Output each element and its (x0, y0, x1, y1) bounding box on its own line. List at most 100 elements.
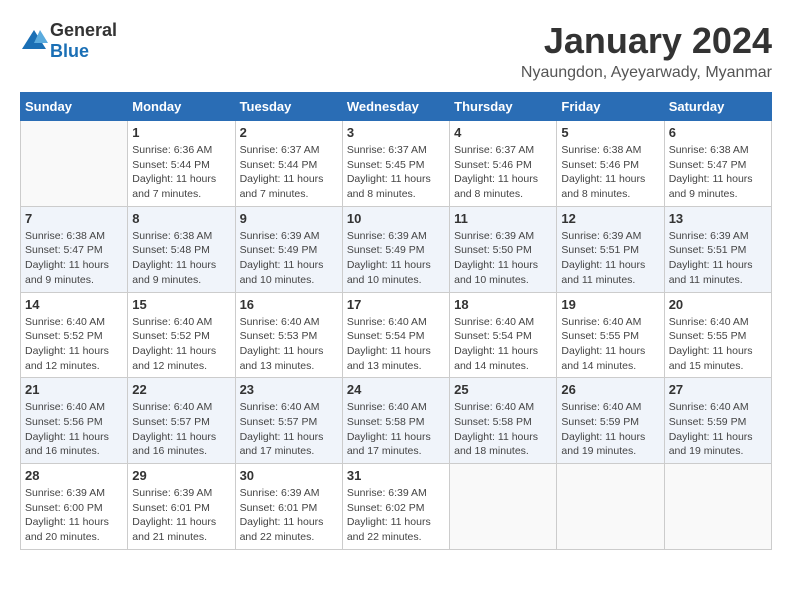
day-number: 29 (132, 468, 230, 483)
logo-icon (20, 27, 48, 55)
calendar-cell: 27 Sunrise: 6:40 AMSunset: 5:59 PMDayligh… (664, 378, 771, 464)
calendar-week-row: 1Sunrise: 6:36 AMSunset: 5:44 PMDaylight… (21, 121, 772, 207)
calendar-cell: 25 Sunrise: 6:40 AMSunset: 5:58 PMDayligh… (450, 378, 557, 464)
calendar-cell (557, 464, 664, 550)
day-number: 10 (347, 211, 445, 226)
day-info: Sunrise: 6:39 AMSunset: 6:01 PMDaylight:… (132, 486, 230, 545)
day-info: Sunrise: 6:40 AMSunset: 5:54 PMDaylight:… (454, 315, 552, 374)
calendar-cell (450, 464, 557, 550)
calendar-cell: 18 Sunrise: 6:40 AMSunset: 5:54 PMDayligh… (450, 292, 557, 378)
day-number: 27 (669, 382, 767, 397)
calendar-cell: 10Sunrise: 6:39 AMSunset: 5:49 PMDayligh… (342, 206, 449, 292)
month-title: January 2024 (521, 20, 772, 62)
page-header: General Blue January 2024 Nyaungdon, Aye… (20, 20, 772, 82)
day-number: 15 (132, 297, 230, 312)
weekday-header: Saturday (664, 93, 771, 121)
day-info: Sunrise: 6:40 AMSunset: 5:54 PMDaylight:… (347, 315, 445, 374)
day-number: 6 (669, 125, 767, 140)
day-info: Sunrise: 6:39 AMSunset: 5:49 PMDaylight:… (240, 229, 338, 288)
calendar-week-row: 21Sunrise: 6:40 AMSunset: 5:56 PMDayligh… (21, 378, 772, 464)
day-number: 20 (669, 297, 767, 312)
weekday-header: Wednesday (342, 93, 449, 121)
day-number: 31 (347, 468, 445, 483)
day-number: 9 (240, 211, 338, 226)
calendar-cell: 30 Sunrise: 6:39 AMSunset: 6:01 PMDayligh… (235, 464, 342, 550)
calendar-cell: 21Sunrise: 6:40 AMSunset: 5:56 PMDayligh… (21, 378, 128, 464)
day-info: Sunrise: 6:40 AMSunset: 5:52 PMDaylight:… (25, 315, 123, 374)
calendar-cell (664, 464, 771, 550)
day-info: Sunrise: 6:40 AMSunset: 5:59 PMDaylight:… (561, 400, 659, 459)
logo: General Blue (20, 20, 117, 62)
calendar-cell: 17Sunrise: 6:40 AMSunset: 5:54 PMDayligh… (342, 292, 449, 378)
calendar-cell: 4Sunrise: 6:37 AMSunset: 5:46 PMDaylight… (450, 121, 557, 207)
day-info: Sunrise: 6:39 AMSunset: 6:01 PMDaylight:… (240, 486, 338, 545)
calendar-cell: 13 Sunrise: 6:39 AMSunset: 5:51 PMDayligh… (664, 206, 771, 292)
day-number: 30 (240, 468, 338, 483)
day-number: 11 (454, 211, 552, 226)
calendar-table: SundayMondayTuesdayWednesdayThursdayFrid… (20, 92, 772, 550)
calendar-cell: 31 Sunrise: 6:39 AMSunset: 6:02 PMDayligh… (342, 464, 449, 550)
calendar-week-row: 14 Sunrise: 6:40 AMSunset: 5:52 PMDayligh… (21, 292, 772, 378)
calendar-header-row: SundayMondayTuesdayWednesdayThursdayFrid… (21, 93, 772, 121)
calendar-cell: 9 Sunrise: 6:39 AMSunset: 5:49 PMDaylight… (235, 206, 342, 292)
weekday-header: Thursday (450, 93, 557, 121)
day-info: Sunrise: 6:40 AMSunset: 5:57 PMDaylight:… (132, 400, 230, 459)
calendar-cell: 20 Sunrise: 6:40 AMSunset: 5:55 PMDayligh… (664, 292, 771, 378)
weekday-header: Tuesday (235, 93, 342, 121)
day-number: 26 (561, 382, 659, 397)
day-info: Sunrise: 6:39 AMSunset: 6:00 PMDaylight:… (25, 486, 123, 545)
calendar-cell: 8 Sunrise: 6:38 AMSunset: 5:48 PMDaylight… (128, 206, 235, 292)
weekday-header: Sunday (21, 93, 128, 121)
weekday-header: Monday (128, 93, 235, 121)
calendar-cell: 29 Sunrise: 6:39 AMSunset: 6:01 PMDayligh… (128, 464, 235, 550)
calendar-cell: 6Sunrise: 6:38 AMSunset: 5:47 PMDaylight… (664, 121, 771, 207)
day-info: Sunrise: 6:37 AMSunset: 5:45 PMDaylight:… (347, 143, 445, 202)
calendar-cell: 14 Sunrise: 6:40 AMSunset: 5:52 PMDayligh… (21, 292, 128, 378)
day-info: Sunrise: 6:40 AMSunset: 5:53 PMDaylight:… (240, 315, 338, 374)
day-number: 19 (561, 297, 659, 312)
day-info: Sunrise: 6:38 AMSunset: 5:46 PMDaylight:… (561, 143, 659, 202)
day-info: Sunrise: 6:39 AMSunset: 5:51 PMDaylight:… (561, 229, 659, 288)
calendar-cell: 12Sunrise: 6:39 AMSunset: 5:51 PMDayligh… (557, 206, 664, 292)
day-number: 3 (347, 125, 445, 140)
day-number: 28 (25, 468, 123, 483)
day-number: 18 (454, 297, 552, 312)
day-info: Sunrise: 6:40 AMSunset: 5:55 PMDaylight:… (669, 315, 767, 374)
day-info: Sunrise: 6:38 AMSunset: 5:48 PMDaylight:… (132, 229, 230, 288)
day-info: Sunrise: 6:39 AMSunset: 5:50 PMDaylight:… (454, 229, 552, 288)
calendar-cell: 2Sunrise: 6:37 AMSunset: 5:44 PMDaylight… (235, 121, 342, 207)
day-info: Sunrise: 6:40 AMSunset: 5:52 PMDaylight:… (132, 315, 230, 374)
calendar-week-row: 28 Sunrise: 6:39 AMSunset: 6:00 PMDayligh… (21, 464, 772, 550)
logo-text-general: General (50, 20, 117, 40)
calendar-cell: 15 Sunrise: 6:40 AMSunset: 5:52 PMDayligh… (128, 292, 235, 378)
calendar-cell: 1Sunrise: 6:36 AMSunset: 5:44 PMDaylight… (128, 121, 235, 207)
day-info: Sunrise: 6:39 AMSunset: 6:02 PMDaylight:… (347, 486, 445, 545)
calendar-cell: 19 Sunrise: 6:40 AMSunset: 5:55 PMDayligh… (557, 292, 664, 378)
day-info: Sunrise: 6:40 AMSunset: 5:59 PMDaylight:… (669, 400, 767, 459)
calendar-cell: 16 Sunrise: 6:40 AMSunset: 5:53 PMDayligh… (235, 292, 342, 378)
day-number: 23 (240, 382, 338, 397)
day-info: Sunrise: 6:39 AMSunset: 5:51 PMDaylight:… (669, 229, 767, 288)
day-number: 5 (561, 125, 659, 140)
day-info: Sunrise: 6:40 AMSunset: 5:58 PMDaylight:… (347, 400, 445, 459)
day-number: 8 (132, 211, 230, 226)
day-info: Sunrise: 6:40 AMSunset: 5:55 PMDaylight:… (561, 315, 659, 374)
calendar-cell: 22 Sunrise: 6:40 AMSunset: 5:57 PMDayligh… (128, 378, 235, 464)
day-number: 22 (132, 382, 230, 397)
day-number: 4 (454, 125, 552, 140)
location-title: Nyaungdon, Ayeyarwady, Myanmar (521, 64, 772, 82)
day-number: 25 (454, 382, 552, 397)
day-number: 16 (240, 297, 338, 312)
calendar-cell: 24Sunrise: 6:40 AMSunset: 5:58 PMDayligh… (342, 378, 449, 464)
day-info: Sunrise: 6:40 AMSunset: 5:58 PMDaylight:… (454, 400, 552, 459)
day-info: Sunrise: 6:37 AMSunset: 5:44 PMDaylight:… (240, 143, 338, 202)
day-number: 13 (669, 211, 767, 226)
day-info: Sunrise: 6:38 AMSunset: 5:47 PMDaylight:… (25, 229, 123, 288)
day-number: 14 (25, 297, 123, 312)
weekday-header: Friday (557, 93, 664, 121)
calendar-cell (21, 121, 128, 207)
calendar-cell: 23Sunrise: 6:40 AMSunset: 5:57 PMDayligh… (235, 378, 342, 464)
logo-text-blue: Blue (50, 41, 89, 61)
day-number: 1 (132, 125, 230, 140)
day-number: 21 (25, 382, 123, 397)
